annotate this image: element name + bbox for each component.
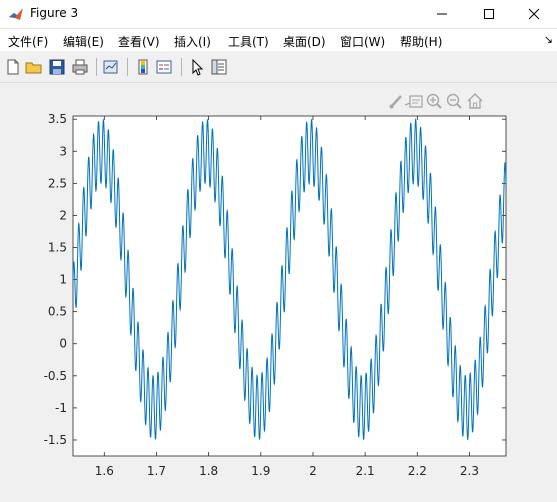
y-tick-label: -0.5 — [44, 369, 67, 383]
y-tick-label: 3 — [59, 144, 67, 158]
x-tick-label: 2.1 — [356, 464, 375, 478]
x-tick-label: 1.7 — [147, 464, 166, 478]
y-tick-label: 2.5 — [48, 176, 67, 190]
x-tick-label: 1.6 — [95, 464, 114, 478]
y-tick-label: -1.5 — [44, 433, 67, 447]
y-tick-label: 3.5 — [48, 112, 67, 126]
y-tick-label: 2 — [59, 208, 67, 222]
y-tick-label: 0.5 — [48, 305, 67, 319]
axes-area[interactable] — [72, 115, 507, 457]
y-tick-label: 1.5 — [48, 241, 67, 255]
y-tick-label: -1 — [55, 401, 67, 415]
x-tick-label: 2.2 — [408, 464, 427, 478]
x-tick-label: 2.3 — [460, 464, 479, 478]
line-plot: -1.5 -1 -0.5 0 0.5 1 1.5 2 2.5 3 3.5 1.6 1.7 1.8 1.9 2… — [44, 112, 507, 478]
y-tick-label: 1 — [59, 273, 67, 287]
x-tick-label: 2 — [309, 464, 317, 478]
y-tick-label: 0 — [59, 337, 67, 351]
x-tick-label: 1.8 — [199, 464, 218, 478]
x-tick-label: 1.9 — [251, 464, 270, 478]
